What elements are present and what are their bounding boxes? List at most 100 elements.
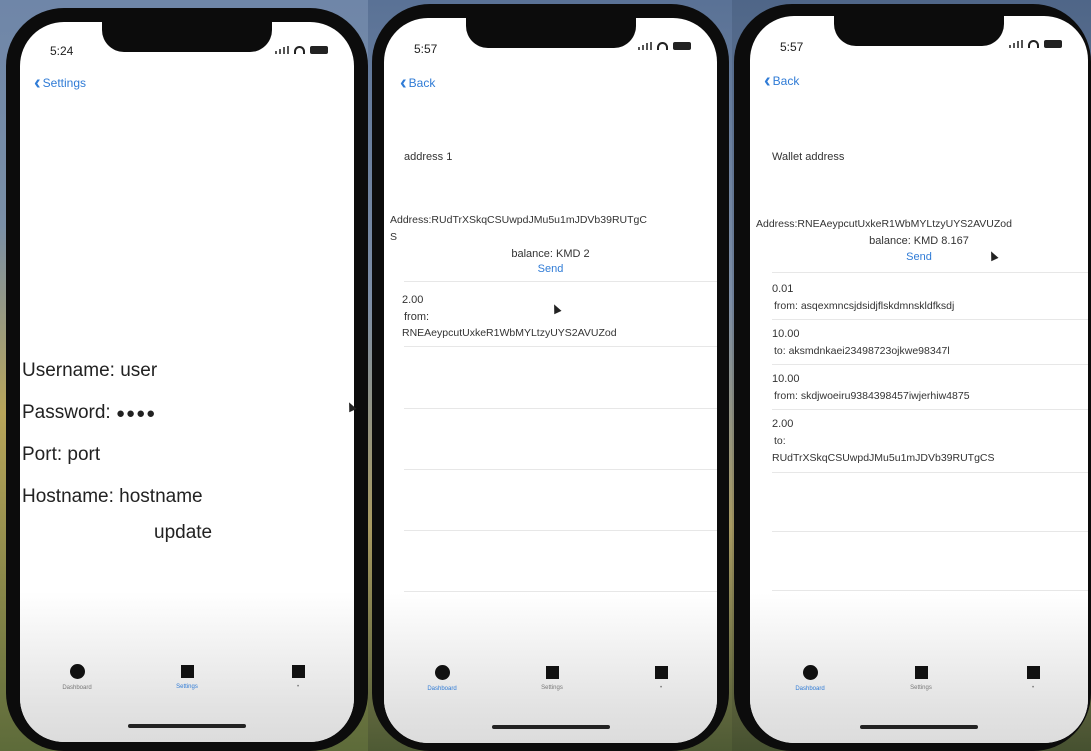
list-divider	[404, 591, 717, 592]
list-divider	[404, 281, 717, 282]
transaction-line: from: skdjwoeiru9384398457iwjerhiw4875	[774, 390, 970, 402]
wifi-icon	[657, 42, 668, 50]
screenshot-panel-settings: 5:24 ‹ Settings Username: user Password:…	[0, 0, 368, 751]
back-button[interactable]: ‹ Back	[400, 73, 435, 93]
list-divider	[772, 319, 1088, 320]
list-divider	[404, 469, 717, 470]
status-time: 5:24	[50, 44, 74, 58]
wifi-icon	[294, 46, 305, 54]
back-button-label: Settings	[42, 76, 87, 90]
tab-label: •	[659, 685, 663, 691]
square-icon	[291, 665, 305, 678]
tab-label: Dashboard	[62, 685, 92, 691]
tab-dashboard[interactable]: Dashboard	[402, 665, 482, 692]
signal-icon	[1009, 40, 1023, 48]
transaction-address: RUdTrXSkqCSUwpdJMu5u1mJDVb39RUTgCS	[772, 452, 995, 464]
balance-text: balance: KMD 8.167	[869, 235, 969, 247]
tab-label: Dashboard	[795, 686, 825, 692]
phone-screen: 5:57 ‹ Back address 1 Address:RUdTrXSkqC…	[384, 18, 717, 743]
tab-label: Settings	[176, 684, 198, 690]
update-button[interactable]: update	[154, 522, 212, 544]
battery-icon	[310, 46, 328, 54]
tab-label: Dashboard	[427, 686, 457, 692]
home-indicator	[128, 724, 246, 728]
square-icon	[914, 666, 928, 679]
wifi-icon	[1028, 40, 1039, 48]
address-header: address 1	[404, 151, 453, 163]
circle-icon	[69, 664, 85, 679]
back-button-label: Back	[772, 74, 800, 88]
phone-screen: 5:24 ‹ Settings Username: user Password:…	[20, 22, 354, 742]
circle-icon	[434, 665, 450, 680]
phone-screen: 5:57 ‹ Back Wallet address Address:RNEAe…	[750, 16, 1088, 743]
list-divider	[772, 472, 1088, 473]
status-icons	[638, 42, 691, 50]
list-divider	[404, 530, 717, 531]
transaction-direction: from:	[404, 311, 430, 323]
square-icon	[180, 665, 194, 678]
home-indicator	[491, 725, 610, 729]
phone-frame: 5:24 ‹ Settings Username: user Password:…	[6, 8, 368, 751]
signal-icon	[275, 46, 289, 54]
list-divider	[772, 590, 1088, 591]
status-time: 5:57	[780, 40, 804, 54]
hostname-field[interactable]: Hostname: hostname	[22, 486, 203, 508]
wallet-header: Wallet address	[772, 151, 845, 163]
list-divider	[772, 531, 1088, 532]
list-divider	[404, 408, 717, 409]
status-icons	[1009, 40, 1062, 48]
list-divider	[772, 364, 1088, 365]
tab-bar: Dashboard Settings •	[750, 665, 1088, 705]
tab-settings[interactable]: Settings	[147, 664, 227, 690]
tab-label: •	[1031, 685, 1035, 691]
list-divider	[404, 346, 717, 347]
list-divider	[772, 272, 1088, 273]
tab-more[interactable]: •	[621, 665, 701, 691]
square-icon	[545, 666, 559, 679]
tab-dashboard[interactable]: Dashboard	[770, 665, 850, 692]
chevron-left-icon: ‹	[34, 72, 41, 94]
transaction-amount: 0.01	[772, 283, 794, 295]
send-button[interactable]: Send	[384, 263, 717, 275]
transaction-line: to:	[774, 435, 786, 447]
tab-bar: Dashboard Settings •	[384, 665, 717, 705]
tab-more[interactable]: •	[258, 664, 338, 690]
tab-settings[interactable]: Settings	[881, 665, 961, 691]
notch	[102, 22, 272, 52]
balance-text: balance: KMD 2	[511, 248, 590, 260]
transaction-line: to: aksmdnkaei23498723ojkwe98347l	[774, 345, 950, 357]
chevron-left-icon: ‹	[764, 70, 771, 92]
phone-frame: 5:57 ‹ Back address 1 Address:RUdTrXSkqC…	[372, 4, 729, 751]
transaction-amount: 10.00	[772, 328, 800, 340]
send-button[interactable]: Send	[750, 251, 1088, 263]
transaction-amount: 10.00	[772, 373, 800, 385]
circle-icon	[802, 665, 818, 680]
username-field[interactable]: Username: user	[22, 360, 157, 382]
tab-bar: Dashboard Settings •	[20, 664, 354, 704]
square-icon	[1026, 666, 1040, 679]
battery-icon	[1044, 40, 1062, 48]
signal-icon	[638, 42, 652, 50]
transaction-amount: 2.00	[772, 418, 794, 430]
tab-label: •	[296, 684, 300, 690]
tab-more[interactable]: •	[993, 665, 1073, 691]
battery-icon	[673, 42, 691, 50]
transaction-amount: 2.00	[402, 294, 424, 306]
phone-frame: 5:57 ‹ Back Wallet address Address:RNEAe…	[734, 4, 1091, 751]
tab-label: Settings	[910, 685, 932, 691]
square-icon	[654, 666, 668, 679]
tab-settings[interactable]: Settings	[512, 665, 592, 691]
password-label: Password:	[22, 402, 111, 423]
address-value: Address:RUdTrXSkqCSUwpdJMu5u1mJDVb39RUTg…	[390, 214, 647, 226]
status-time: 5:57	[414, 42, 438, 56]
tab-label: Settings	[541, 685, 563, 691]
screenshot-panel-address: 5:57 ‹ Back address 1 Address:RUdTrXSkqC…	[368, 0, 732, 751]
address-value-wrap: S	[390, 231, 398, 243]
status-icons	[275, 46, 328, 54]
tab-dashboard[interactable]: Dashboard	[37, 664, 117, 691]
back-button[interactable]: ‹ Settings	[34, 72, 87, 94]
port-field[interactable]: Port: port	[22, 444, 100, 466]
transaction-line: from: asqexmncsjdsidjflskdmnskldfksdj	[774, 300, 955, 312]
back-button[interactable]: ‹ Back	[764, 70, 800, 92]
password-field[interactable]: Password: ●●●●	[22, 402, 156, 424]
